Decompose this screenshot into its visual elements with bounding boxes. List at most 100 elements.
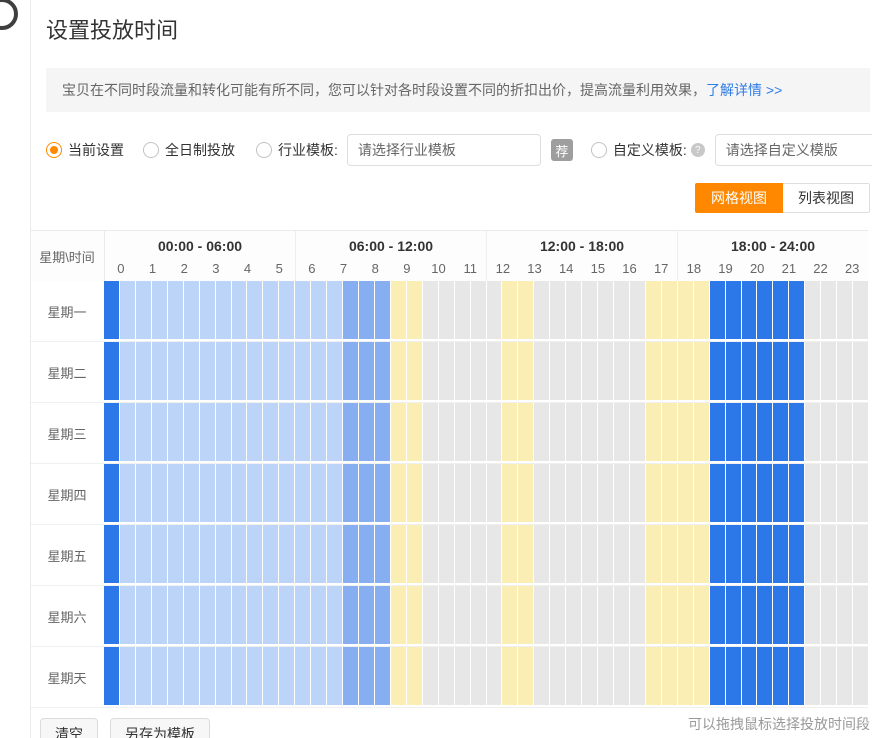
grid-view-button[interactable]: 网格视图: [695, 183, 783, 213]
schedule-cell[interactable]: [502, 525, 517, 583]
schedule-cell[interactable]: [789, 464, 804, 522]
schedule-cell[interactable]: [726, 647, 741, 705]
schedule-cell[interactable]: [726, 403, 741, 461]
schedule-cell[interactable]: [343, 342, 358, 400]
schedule-cell[interactable]: [598, 464, 613, 522]
schedule-cell[interactable]: [757, 525, 772, 583]
schedule-cell[interactable]: [391, 281, 406, 339]
schedule-cell[interactable]: [455, 403, 470, 461]
schedule-cell[interactable]: [821, 281, 836, 339]
schedule-cell[interactable]: [789, 403, 804, 461]
schedule-cell[interactable]: [757, 464, 772, 522]
schedule-cell[interactable]: [518, 403, 533, 461]
schedule-cell[interactable]: [120, 342, 135, 400]
schedule-cell[interactable]: [518, 464, 533, 522]
schedule-cell[interactable]: [853, 342, 868, 400]
schedule-cell[interactable]: [295, 403, 310, 461]
schedule-cell[interactable]: [518, 647, 533, 705]
schedule-cell[interactable]: [455, 342, 470, 400]
schedule-cell[interactable]: [646, 403, 661, 461]
schedule-cell[interactable]: [152, 403, 167, 461]
schedule-cell[interactable]: [279, 281, 294, 339]
schedule-cell[interactable]: [502, 342, 517, 400]
schedule-cell[interactable]: [502, 403, 517, 461]
schedule-cell[interactable]: [247, 647, 262, 705]
schedule-cell[interactable]: [582, 647, 597, 705]
schedule-cell[interactable]: [359, 281, 374, 339]
schedule-cell[interactable]: [566, 342, 581, 400]
schedule-cell[interactable]: [216, 525, 231, 583]
schedule-cell[interactable]: [311, 525, 326, 583]
radio-all-day[interactable]: 全日制投放: [143, 140, 235, 160]
schedule-cell[interactable]: [534, 464, 549, 522]
schedule-cell[interactable]: [327, 525, 342, 583]
schedule-cell[interactable]: [789, 586, 804, 644]
schedule-cell[interactable]: [805, 647, 820, 705]
schedule-cell[interactable]: [598, 525, 613, 583]
schedule-cell[interactable]: [216, 342, 231, 400]
schedule-cell[interactable]: [439, 647, 454, 705]
schedule-cell[interactable]: [104, 525, 119, 583]
schedule-cell[interactable]: [136, 281, 151, 339]
schedule-cell[interactable]: [455, 464, 470, 522]
schedule-cell[interactable]: [805, 525, 820, 583]
schedule-cell[interactable]: [614, 586, 629, 644]
schedule-cell[interactable]: [471, 525, 486, 583]
schedule-cell[interactable]: [104, 281, 119, 339]
schedule-cell[interactable]: [247, 403, 262, 461]
schedule-cell[interactable]: [502, 647, 517, 705]
schedule-cell[interactable]: [184, 525, 199, 583]
schedule-cell[interactable]: [232, 403, 247, 461]
schedule-cell[interactable]: [232, 586, 247, 644]
schedule-cell[interactable]: [263, 281, 278, 339]
schedule-cell[interactable]: [279, 525, 294, 583]
schedule-cell[interactable]: [805, 281, 820, 339]
schedule-cell[interactable]: [853, 281, 868, 339]
schedule-cell[interactable]: [391, 525, 406, 583]
schedule-cell[interactable]: [742, 403, 757, 461]
schedule-cell[interactable]: [120, 464, 135, 522]
schedule-cell[interactable]: [263, 647, 278, 705]
schedule-cell[interactable]: [582, 342, 597, 400]
schedule-cell[interactable]: [359, 342, 374, 400]
schedule-cell[interactable]: [518, 525, 533, 583]
schedule-cell[interactable]: [168, 281, 183, 339]
schedule-cell[interactable]: [853, 403, 868, 461]
schedule-cell[interactable]: [152, 281, 167, 339]
schedule-cell[interactable]: [566, 525, 581, 583]
schedule-cell[interactable]: [216, 403, 231, 461]
schedule-cell[interactable]: [343, 586, 358, 644]
schedule-cell[interactable]: [678, 525, 693, 583]
schedule-cell[interactable]: [327, 647, 342, 705]
schedule-cell[interactable]: [694, 342, 709, 400]
schedule-cell[interactable]: [837, 281, 852, 339]
schedule-cell[interactable]: [343, 647, 358, 705]
schedule-cell[interactable]: [263, 525, 278, 583]
schedule-cell[interactable]: [630, 281, 645, 339]
schedule-cell[interactable]: [662, 342, 677, 400]
schedule-cell[interactable]: [439, 342, 454, 400]
schedule-cell[interactable]: [279, 403, 294, 461]
schedule-cell[interactable]: [853, 525, 868, 583]
schedule-cell[interactable]: [152, 525, 167, 583]
schedule-cell[interactable]: [566, 464, 581, 522]
schedule-cell[interactable]: [232, 281, 247, 339]
schedule-cell[interactable]: [646, 342, 661, 400]
schedule-cell[interactable]: [295, 464, 310, 522]
schedule-cell[interactable]: [295, 281, 310, 339]
schedule-cell[interactable]: [837, 647, 852, 705]
schedule-cell[interactable]: [104, 464, 119, 522]
schedule-cell[interactable]: [805, 464, 820, 522]
schedule-cell[interactable]: [710, 525, 725, 583]
schedule-cell[interactable]: [742, 342, 757, 400]
schedule-cell[interactable]: [550, 281, 565, 339]
schedule-cell[interactable]: [757, 647, 772, 705]
schedule-cell[interactable]: [487, 647, 502, 705]
schedule-cell[interactable]: [247, 281, 262, 339]
schedule-cell[interactable]: [375, 647, 390, 705]
schedule-cell[interactable]: [200, 342, 215, 400]
schedule-cell[interactable]: [152, 464, 167, 522]
schedule-cell[interactable]: [439, 403, 454, 461]
schedule-cell[interactable]: [821, 464, 836, 522]
schedule-cell[interactable]: [359, 403, 374, 461]
